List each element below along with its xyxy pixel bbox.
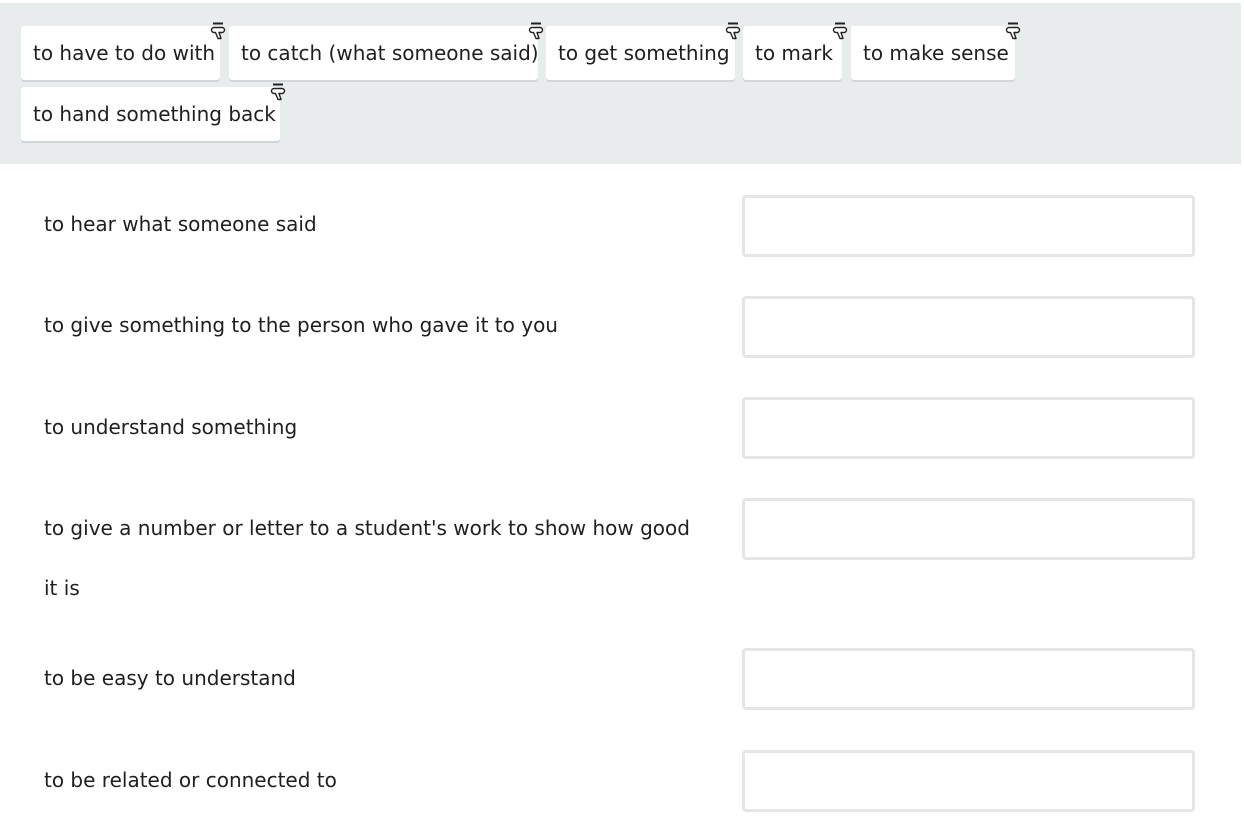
chip-label: to have to do with <box>33 41 216 65</box>
answer-drop-zone[interactable] <box>742 498 1195 560</box>
chip-label: to make sense <box>863 41 1009 65</box>
chip-label: to mark <box>755 41 833 65</box>
definition-text: to be easy to understand <box>44 666 296 690</box>
answer-drop-zone[interactable] <box>742 397 1195 459</box>
definition-text: to be related or connected to <box>44 768 337 792</box>
drag-handle-icon <box>832 22 848 40</box>
chip-label: to get something <box>558 41 730 65</box>
drag-handle-icon <box>1005 22 1021 40</box>
definition-text: to give a number or letter to a student'… <box>44 516 690 600</box>
answer-drop-zone[interactable] <box>742 750 1195 812</box>
draggable-chip-get-something[interactable]: to get something <box>546 22 741 80</box>
drag-handle-icon <box>725 22 741 40</box>
chip-label: to catch (what someone said) <box>241 41 539 65</box>
drag-handle-icon <box>270 83 286 101</box>
answer-drop-zone[interactable] <box>742 296 1195 358</box>
definition-text: to understand something <box>44 415 298 439</box>
chip-label: to hand something back <box>33 102 276 126</box>
definition-text: to give something to the person who gave… <box>44 313 558 337</box>
draggable-chip-hand-something-back[interactable]: to hand something back <box>21 83 286 141</box>
draggable-chip-mark[interactable]: to mark <box>743 22 848 80</box>
definition-text: to hear what someone said <box>44 212 317 236</box>
draggable-chip-make-sense[interactable]: to make sense <box>851 22 1021 80</box>
draggable-chip-have-to-do-with[interactable]: to have to do with <box>21 22 226 80</box>
answer-drop-zone[interactable] <box>742 195 1195 257</box>
answer-drop-zone[interactable] <box>742 648 1195 710</box>
draggable-chip-catch[interactable]: to catch (what someone said) <box>229 22 544 80</box>
drag-handle-icon <box>210 22 226 40</box>
drag-handle-icon <box>528 22 544 40</box>
word-bank: to have to do with to catch (what someon… <box>0 3 1241 164</box>
